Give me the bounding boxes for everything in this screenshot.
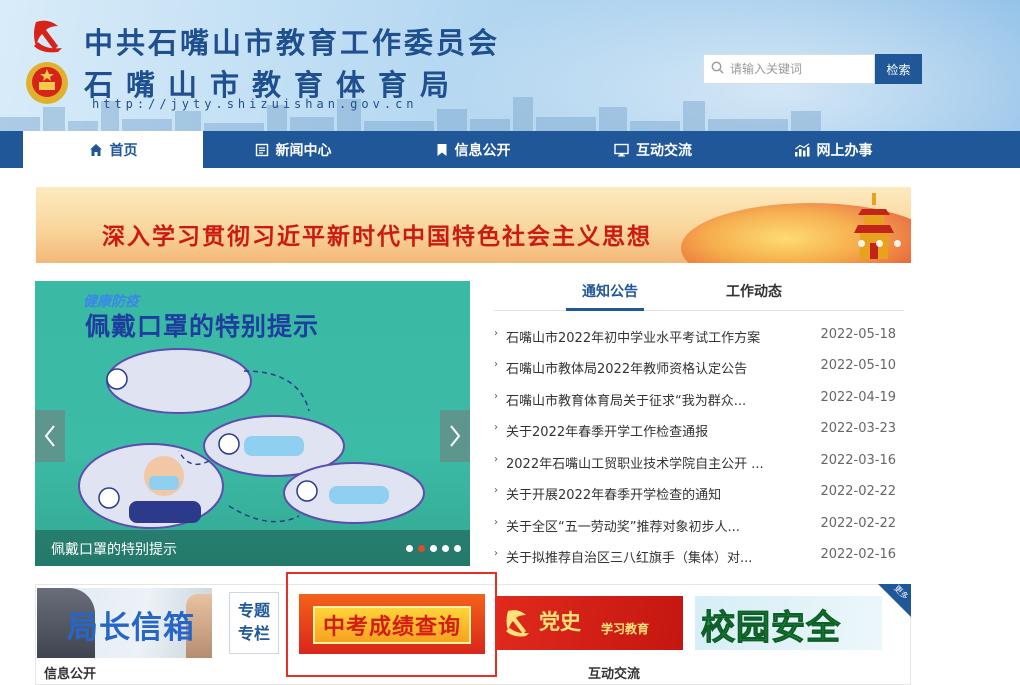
news-item[interactable]: › 关于2022年春季开学工作检查通报 2022-03-23 [494, 421, 904, 441]
section-title-interaction: 互动交流 [588, 667, 641, 682]
news-item[interactable]: › 石嘴山市教体局2022年教师资格认定公告 2022-05-10 [494, 358, 904, 378]
news-date: 2022-02-22 [820, 484, 896, 499]
news-date: 2022-05-18 [820, 327, 896, 342]
nav-item-news[interactable]: 新闻中心 [203, 131, 383, 168]
tiananmen-tower-icon [854, 193, 894, 259]
news-title: 石嘴山市教体局2022年教师资格认定公告 [506, 362, 748, 377]
bullet-icon: › [494, 359, 498, 370]
chevron-left-icon [44, 425, 55, 447]
chart-icon [794, 142, 810, 157]
campus-safety-link[interactable]: 校园安全 [695, 596, 882, 650]
bullet-icon: › [494, 328, 498, 339]
banner-dot[interactable] [858, 240, 865, 247]
news-title: 关于全区“五一劳动奖”推荐对象初步人... [506, 520, 740, 535]
nav-item-home[interactable]: 首页 [23, 131, 203, 168]
site-header: 中共石嘴山市教育工作委员会 石嘴山市教育体育局 http://jyty.shiz… [0, 0, 1020, 131]
campus-safety-label: 校园安全 [701, 608, 841, 649]
theme-banner[interactable]: 深入学习贯彻习近平新时代中国特色社会主义思想 [36, 187, 911, 263]
active-tab-indicator [566, 308, 644, 311]
bullet-icon: › [494, 548, 498, 559]
poster-title: 佩戴口罩的特别提示 [85, 312, 320, 341]
nav-item-label: 首页 [109, 142, 138, 159]
news-date: 2022-02-16 [820, 547, 896, 562]
nav-item-label: 互动交流 [636, 142, 692, 159]
news-title: 石嘴山市教育体育局关于征求“我为群众... [506, 394, 747, 409]
bullet-icon: › [494, 391, 498, 402]
search-input[interactable] [730, 62, 870, 76]
party-history-label: 党史 [539, 610, 581, 634]
news-item[interactable]: › 2022年石嘴山工贸职业技术学院自主公开 ... 2022-03-16 [494, 453, 904, 473]
news-item[interactable]: › 关于开展2022年春季开学检查的通知 2022-02-22 [494, 484, 904, 504]
image-slider[interactable]: 健康防疫 佩戴口罩的特别提示 佩戴口罩的特别提示 [35, 281, 470, 566]
nav-item-label: 网上办事 [816, 142, 873, 159]
slide-caption[interactable]: 佩戴口罩的特别提示 [51, 539, 177, 559]
slider-dot[interactable] [406, 545, 413, 552]
news-item[interactable]: › 关于全区“五一劳动奖”推荐对象初步人... 2022-02-22 [494, 516, 904, 536]
nav-item-label: 新闻中心 [275, 142, 332, 159]
party-emblem-icon [34, 20, 62, 53]
bullet-icon: › [494, 485, 498, 496]
director-mailbox-link[interactable]: 局长信箱 [37, 588, 212, 658]
mask-poster-illustration [78, 348, 425, 529]
news-date: 2022-02-22 [820, 516, 896, 531]
chevron-right-icon [450, 425, 461, 447]
main-nav: 首页 新闻中心 信息公开 互动交流 网上办事 [0, 131, 1020, 168]
news-date: 2022-04-19 [820, 390, 896, 405]
mailbox-label: 局长信箱 [67, 610, 195, 646]
special-topics-line1: 专题 [237, 601, 270, 620]
national-emblem-icon [26, 62, 68, 104]
banner-dot[interactable] [894, 240, 901, 247]
search-button[interactable]: 检索 [875, 54, 922, 84]
news-title: 2022年石嘴山工贸职业技术学院自主公开 ... [506, 457, 764, 472]
more-link[interactable]: 更多 [878, 584, 911, 617]
bookmark-icon [436, 143, 448, 157]
tab-work-updates[interactable]: 工作动态 [726, 281, 782, 301]
slider-prev-button[interactable] [35, 410, 65, 462]
special-topics-label: 专题 专栏 [229, 592, 279, 654]
home-icon [89, 143, 103, 157]
party-history-link[interactable]: 党史 学习教育 [495, 596, 683, 650]
org-title-line1: 中共石嘴山市教育工作委员会 [84, 26, 501, 60]
slider-dot[interactable] [442, 545, 449, 552]
banner-slogan: 深入学习贯彻习近平新时代中国特色社会主义思想 [102, 223, 652, 250]
nav-item-label: 信息公开 [454, 142, 511, 159]
news-title: 石嘴山市2022年初中学业水平考试工作方案 [506, 331, 761, 346]
search-icon [704, 61, 730, 78]
slider-dot[interactable] [430, 545, 437, 552]
nav-item-online-service[interactable]: 网上办事 [743, 131, 923, 168]
bullet-icon: › [494, 422, 498, 433]
news-tabs: 通知公告 工作动态 [494, 270, 904, 311]
news-title: 关于拟推荐自治区三八红旗手（集体）对... [506, 551, 753, 566]
party-history-sub: 学习教育 [601, 622, 650, 636]
banner-dot[interactable] [876, 240, 883, 247]
slider-next-button[interactable] [440, 410, 470, 462]
party-emblem-icon [506, 610, 529, 637]
site-url: http://jyty.shizuishan.gov.cn [92, 97, 418, 111]
news-date: 2022-05-10 [820, 358, 896, 373]
bullet-icon: › [494, 517, 498, 528]
monitor-icon [614, 143, 629, 157]
news-item[interactable]: › 关于拟推荐自治区三八红旗手（集体）对... 2022-02-16 [494, 547, 904, 567]
news-date: 2022-03-23 [820, 421, 896, 436]
news-title: 关于开展2022年春季开学检查的通知 [506, 488, 722, 503]
search-box [703, 54, 875, 84]
nav-item-interaction[interactable]: 互动交流 [563, 131, 743, 168]
news-item[interactable]: › 石嘴山市2022年初中学业水平考试工作方案 2022-05-18 [494, 327, 904, 347]
bullet-icon: › [494, 454, 498, 465]
news-date: 2022-03-16 [820, 453, 896, 468]
slider-dot[interactable] [418, 545, 425, 552]
special-topics-line2: 专栏 [237, 624, 270, 643]
news-item[interactable]: › 石嘴山市教育体育局关于征求“我为群众... 2022-04-19 [494, 390, 904, 410]
news-icon [255, 143, 269, 157]
slider-dot[interactable] [454, 545, 461, 552]
tab-notices[interactable]: 通知公告 [582, 281, 638, 301]
news-title: 关于2022年春季开学工作检查通报 [506, 425, 709, 440]
section-title-info-public: 信息公开 [44, 667, 97, 682]
highlight-box [286, 572, 497, 677]
nav-item-info-public[interactable]: 信息公开 [383, 131, 563, 168]
